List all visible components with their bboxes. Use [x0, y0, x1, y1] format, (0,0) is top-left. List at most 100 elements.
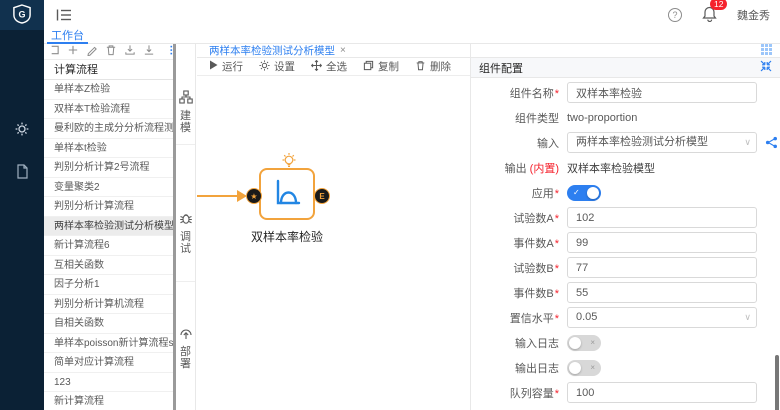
- field-output: 输出 (内置) 双样本率检验模型: [471, 157, 780, 178]
- menu-fold-icon[interactable]: [56, 8, 72, 22]
- list-item[interactable]: 新计算流程6: [44, 236, 176, 256]
- confidence-select[interactable]: 0.05 ∨: [567, 307, 757, 328]
- delete-label: 删除: [430, 59, 451, 74]
- bell-icon[interactable]: 12: [702, 5, 717, 25]
- config-panel: 组件配置 组件名称* 组件类型 two-proportion 输入 两样本率检验…: [470, 44, 780, 410]
- list-item[interactable]: 曼利欧的主成分分析流程测试: [44, 119, 176, 139]
- mode-debug-label: 调试: [180, 231, 192, 255]
- analysis-node[interactable]: [259, 168, 315, 220]
- help-icon[interactable]: ?: [668, 8, 682, 22]
- field-label: 事件数B: [513, 288, 553, 300]
- flow-canvas[interactable]: ★ E 双样本率检验: [197, 76, 470, 410]
- field-label: 输出日志: [471, 360, 567, 376]
- port-end[interactable]: E: [314, 188, 330, 204]
- trials-b-input[interactable]: [567, 257, 757, 278]
- list-item[interactable]: 双样本T检验流程: [44, 100, 176, 120]
- chevron-down-icon: ∨: [744, 133, 751, 152]
- field-label: 试验数A: [513, 213, 553, 225]
- delete-button[interactable]: 删除: [415, 59, 451, 74]
- select-all-button[interactable]: 全选: [311, 59, 347, 74]
- events-b-input[interactable]: [567, 282, 757, 303]
- list-item[interactable]: 因子分析1: [44, 275, 176, 295]
- field-input: 输入 两样本率检验测试分析模型 ∨: [471, 132, 780, 153]
- field-apply: 应用* ✓: [471, 182, 780, 203]
- play-icon: [209, 60, 218, 73]
- field-events-b: 事件数B*: [471, 282, 780, 303]
- required-mark: *: [555, 388, 559, 400]
- list-item[interactable]: 判别分析计算2号流程: [44, 158, 176, 178]
- list-item[interactable]: 自相关函数: [44, 314, 176, 334]
- input-log-toggle[interactable]: ×: [567, 335, 601, 351]
- run-label: 运行: [222, 59, 243, 74]
- field-label: 输出: [505, 163, 527, 175]
- share-icon[interactable]: [765, 136, 778, 149]
- flow-toolbar: [44, 44, 176, 60]
- list-item[interactable]: 123: [44, 373, 176, 393]
- document-tab-bar: 两样本率检验测试分析模型 ×: [197, 44, 470, 58]
- tab-workspace[interactable]: 工作台: [47, 30, 88, 44]
- apply-toggle[interactable]: ✓: [567, 185, 601, 201]
- edge-wire: [197, 195, 237, 197]
- user-name[interactable]: 魏金秀: [737, 7, 770, 23]
- grid-icon[interactable]: [761, 44, 772, 58]
- toggle-knob: [569, 337, 581, 349]
- required-mark: *: [555, 313, 559, 325]
- gear-icon[interactable]: [0, 122, 44, 136]
- panel-top-row: [471, 44, 780, 58]
- document-icon[interactable]: [0, 164, 44, 179]
- edit-icon[interactable]: [86, 44, 98, 59]
- list-item[interactable]: 单样本t检验: [44, 139, 176, 159]
- settings-button[interactable]: 设置: [259, 59, 295, 74]
- panel-scrollbar[interactable]: [775, 355, 779, 410]
- list-item[interactable]: 互相关函数: [44, 256, 176, 276]
- trials-a-input[interactable]: [567, 207, 757, 228]
- export-icon[interactable]: [143, 44, 155, 59]
- component-name-input[interactable]: [567, 82, 757, 103]
- events-a-input[interactable]: [567, 232, 757, 253]
- list-item[interactable]: 新计算流程: [44, 392, 176, 410]
- input-select-value: 两样本率检验测试分析模型: [576, 136, 708, 148]
- workspace-tab-bar: 工作台: [44, 30, 780, 44]
- list-item[interactable]: 单样本Z检验: [44, 80, 176, 100]
- port-start[interactable]: ★: [246, 188, 262, 204]
- input-select[interactable]: 两样本率检验测试分析模型 ∨: [567, 132, 757, 153]
- mode-modeling[interactable]: 建模: [176, 44, 195, 145]
- check-icon: ✓: [573, 185, 580, 201]
- field-label: 组件名称: [510, 88, 554, 100]
- collapse-icon[interactable]: [760, 60, 772, 75]
- list-item[interactable]: 单样本poisson新计算流程s: [44, 334, 176, 354]
- required-mark: *: [555, 188, 559, 200]
- required-mark: *: [555, 238, 559, 250]
- field-output-log: 输出日志 ×: [471, 357, 780, 378]
- list-item[interactable]: 简单对应计算流程: [44, 353, 176, 373]
- mode-debug[interactable]: 调试: [176, 145, 195, 282]
- copy-button[interactable]: 复制: [363, 59, 399, 74]
- field-input-log: 输入日志 ×: [471, 332, 780, 353]
- delete-icon[interactable]: [105, 44, 117, 59]
- list-item[interactable]: 判别分析计算机流程: [44, 295, 176, 315]
- required-mark: *: [555, 263, 559, 275]
- config-panel-header: 组件配置: [471, 58, 780, 78]
- field-events-a: 事件数A*: [471, 232, 780, 253]
- mode-deploy[interactable]: 部署: [176, 282, 195, 410]
- clean-icon[interactable]: [48, 44, 60, 59]
- canvas-column: 两样本率检验测试分析模型 × 运行 设置 全选 复制 删除: [197, 44, 470, 410]
- list-item-selected[interactable]: 两样本率检验测试分析模型: [44, 217, 176, 237]
- document-tab[interactable]: 两样本率检验测试分析模型 ×: [197, 43, 346, 58]
- required-mark: *: [555, 213, 559, 225]
- document-tab-label: 两样本率检验测试分析模型: [209, 43, 335, 58]
- flow-list: 单样本Z检验 双样本T检验流程 曼利欧的主成分分析流程测试 单样本t检验 判别分…: [44, 80, 176, 410]
- component-type-value: two-proportion: [567, 112, 637, 124]
- close-icon[interactable]: ×: [340, 45, 346, 56]
- run-button[interactable]: 运行: [209, 59, 243, 74]
- list-item[interactable]: 变量聚类2: [44, 178, 176, 198]
- list-item[interactable]: 判别分析计算流程: [44, 197, 176, 217]
- mode-deploy-label: 部署: [180, 346, 192, 370]
- output-log-toggle[interactable]: ×: [567, 360, 601, 376]
- queue-capacity-input[interactable]: [567, 382, 757, 403]
- app-logo[interactable]: G: [0, 0, 44, 30]
- import-icon[interactable]: [124, 44, 136, 59]
- deploy-icon: [179, 326, 193, 343]
- config-panel-title: 组件配置: [479, 60, 523, 76]
- add-icon[interactable]: [67, 44, 79, 59]
